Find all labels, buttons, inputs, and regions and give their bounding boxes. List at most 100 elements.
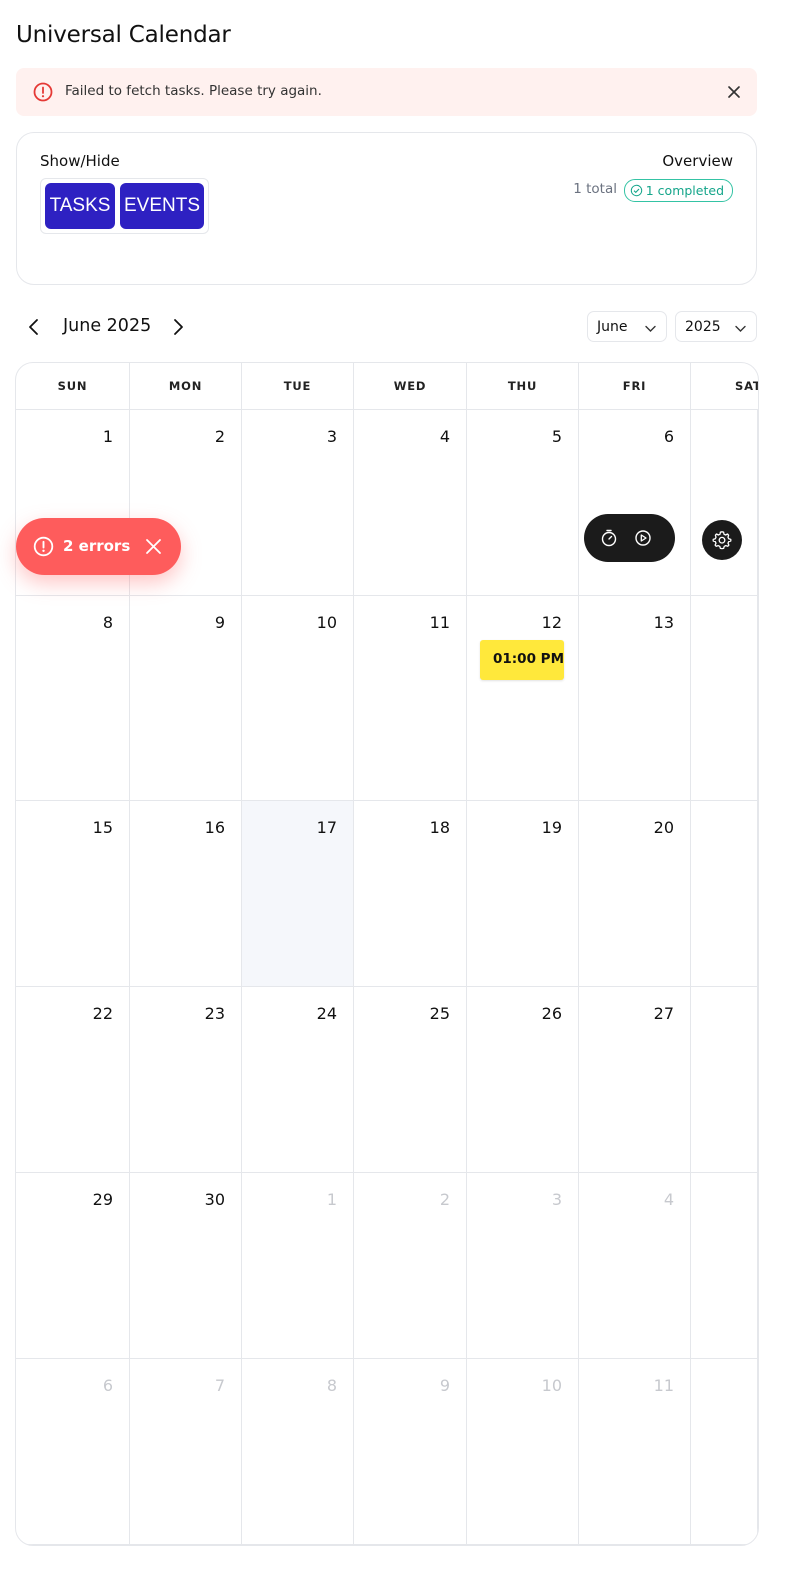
day-cell[interactable]: 22 — [16, 987, 130, 1173]
filter-toggle-group: TASKS EVENTS — [40, 178, 209, 234]
day-cell[interactable]: 24 — [242, 987, 354, 1173]
day-cell[interactable]: 3 — [242, 410, 354, 596]
overview-label: Overview — [662, 152, 733, 170]
day-number: 3 — [551, 1190, 562, 1209]
day-cell[interactable]: 29 — [16, 1173, 130, 1359]
day-cell[interactable] — [691, 410, 758, 596]
day-cell[interactable] — [691, 1359, 758, 1545]
chevron-down-icon — [734, 322, 747, 335]
chevron-left-icon[interactable] — [24, 317, 44, 337]
day-cell[interactable]: 9 — [130, 596, 242, 801]
check-circle-icon — [630, 184, 643, 197]
day-number: 2 — [439, 1190, 450, 1209]
day-cell[interactable]: 5 — [467, 410, 579, 596]
day-cell[interactable]: 4 — [579, 1173, 691, 1359]
tasks-toggle-button[interactable]: TASKS — [45, 183, 115, 229]
day-cell[interactable]: 25 — [354, 987, 467, 1173]
month-select[interactable]: June — [587, 311, 667, 342]
day-number: 27 — [653, 1004, 674, 1023]
year-select-value: 2025 — [685, 319, 721, 335]
day-cell[interactable]: 13 — [579, 596, 691, 801]
completed-badge: 1 completed — [623, 179, 733, 202]
day-number: 13 — [653, 613, 674, 632]
year-select[interactable]: 2025 — [675, 311, 757, 342]
alert-message: Failed to fetch tasks. Please try again. — [65, 83, 322, 99]
day-cell[interactable]: 23 — [130, 987, 242, 1173]
day-number: 9 — [439, 1376, 450, 1395]
day-cell[interactable]: 10 — [467, 1359, 579, 1545]
alert-circle-icon — [32, 81, 54, 103]
day-number: 10 — [316, 613, 337, 632]
day-number: 8 — [326, 1376, 337, 1395]
day-number: 11 — [429, 613, 450, 632]
day-number: 5 — [551, 427, 562, 446]
day-number: 19 — [541, 818, 562, 837]
day-cell[interactable]: 26 — [467, 987, 579, 1173]
day-number: 1 — [326, 1190, 337, 1209]
day-cell[interactable]: 27 — [579, 987, 691, 1173]
day-cell[interactable]: 7 — [130, 1359, 242, 1545]
filter-overview-panel: Show/Hide TASKS EVENTS Overview 1 total … — [16, 132, 757, 285]
chevron-down-icon — [644, 322, 657, 335]
day-cell[interactable]: 10 — [242, 596, 354, 801]
day-cell[interactable]: 1 — [242, 1173, 354, 1359]
day-number: 3 — [326, 427, 337, 446]
day-cell[interactable]: 6 — [16, 1359, 130, 1545]
day-number: 4 — [439, 427, 450, 446]
day-number: 10 — [541, 1376, 562, 1395]
day-cell[interactable]: 12 — [467, 596, 579, 801]
day-cell[interactable]: 8 — [242, 1359, 354, 1545]
error-alert: Failed to fetch tasks. Please try again. — [16, 68, 757, 116]
day-cell[interactable]: 16 — [130, 801, 242, 987]
day-number: 30 — [204, 1190, 225, 1209]
day-number: 17 — [316, 818, 337, 837]
weekday-header-fri: FRI — [579, 363, 691, 410]
day-number: 16 — [204, 818, 225, 837]
day-cell[interactable]: 17 — [242, 801, 354, 987]
day-cell[interactable]: 9 — [354, 1359, 467, 1545]
day-number: 18 — [429, 818, 450, 837]
alert-circle-icon — [33, 536, 54, 557]
show-hide-label: Show/Hide — [40, 152, 120, 170]
day-cell[interactable]: 11 — [579, 1359, 691, 1545]
day-cell[interactable]: 3 — [467, 1173, 579, 1359]
day-cell[interactable]: 6 — [579, 410, 691, 596]
chevron-right-icon[interactable] — [168, 317, 188, 337]
day-number: 2 — [214, 427, 225, 446]
day-number: 8 — [102, 613, 113, 632]
day-cell[interactable] — [691, 987, 758, 1173]
weekday-header-tue: TUE — [242, 363, 354, 410]
timer-icon[interactable] — [599, 528, 619, 548]
day-number: 1 — [102, 427, 113, 446]
error-toast: 2 errors — [16, 518, 181, 575]
day-cell[interactable]: 2 — [354, 1173, 467, 1359]
day-cell[interactable]: 4 — [354, 410, 467, 596]
day-cell[interactable]: 15 — [16, 801, 130, 987]
page-title: Universal Calendar — [16, 22, 231, 48]
day-cell[interactable]: 19 — [467, 801, 579, 987]
day-number: 20 — [653, 818, 674, 837]
month-navigation: June 2025 June 2025 — [16, 308, 757, 346]
day-cell[interactable]: 20 — [579, 801, 691, 987]
day-number: 4 — [663, 1190, 674, 1209]
day-cell[interactable]: 8 — [16, 596, 130, 801]
event-chip[interactable]: 01:00 PMBY — [480, 640, 564, 680]
total-count: 1 total — [573, 181, 617, 197]
day-cell[interactable] — [691, 596, 758, 801]
day-cell[interactable]: 18 — [354, 801, 467, 987]
settings-button[interactable] — [702, 520, 742, 560]
weekday-header-sun: SUN — [16, 363, 130, 410]
day-number: 29 — [92, 1190, 113, 1209]
day-number: 24 — [316, 1004, 337, 1023]
day-number: 11 — [653, 1376, 674, 1395]
toast-close-icon[interactable] — [144, 537, 163, 556]
weekday-header-sat: SAT — [691, 363, 758, 410]
play-circle-icon[interactable] — [633, 528, 653, 548]
day-cell[interactable]: 30 — [130, 1173, 242, 1359]
events-toggle-button[interactable]: EVENTS — [120, 183, 204, 229]
day-cell[interactable]: 11 — [354, 596, 467, 801]
day-number: 7 — [214, 1376, 225, 1395]
day-cell[interactable] — [691, 1173, 758, 1359]
day-cell[interactable] — [691, 801, 758, 987]
alert-close-icon[interactable] — [725, 83, 743, 101]
